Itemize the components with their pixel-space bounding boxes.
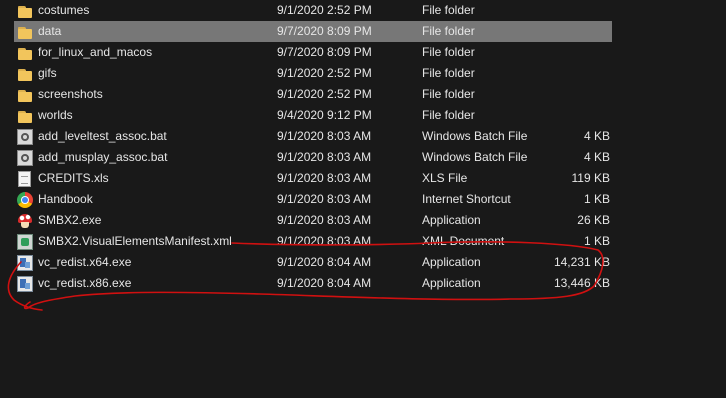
file-name: worlds — [38, 108, 73, 122]
file-row[interactable]: add_musplay_assoc.bat 9/1/2020 8:03 AM Win… — [14, 147, 612, 168]
file-type: Application — [422, 213, 481, 227]
file-row[interactable]: CREDITS.xls 9/1/2020 8:03 AM XLS File 119 K… — [14, 168, 612, 189]
file-name: vc_redist.x86.exe — [38, 276, 132, 290]
file-name: CREDITS.xls — [38, 171, 109, 185]
file-type: File folder — [422, 45, 475, 59]
file-date-modified: 9/1/2020 8:03 AM — [277, 234, 372, 248]
file-name: SMBX2.exe — [38, 213, 102, 227]
file-date-modified: 9/1/2020 8:03 AM — [277, 129, 372, 143]
folder-icon — [17, 3, 33, 19]
file-row[interactable]: Handbook 9/1/2020 8:03 AM Internet Shortcu… — [14, 189, 612, 210]
file-name: for_linux_and_macos — [38, 45, 153, 59]
folder-icon — [17, 24, 33, 40]
file-type: File folder — [422, 24, 475, 38]
file-name: costumes — [38, 3, 90, 17]
file-size: 1 KB — [583, 192, 610, 206]
mushroom-app-icon — [17, 213, 33, 229]
internet-shortcut-icon — [17, 192, 33, 208]
file-row[interactable]: screenshots 9/1/2020 2:52 PM File folder — [14, 84, 612, 105]
file-row[interactable]: SMBX2.exe 9/1/2020 8:03 AM Application 26 K… — [14, 210, 612, 231]
folder-icon — [17, 108, 33, 124]
file-name: screenshots — [38, 87, 103, 101]
file-name: vc_redist.x64.exe — [38, 255, 132, 269]
file-date-modified: 9/4/2020 9:12 PM — [277, 108, 372, 122]
installer-icon — [17, 276, 33, 292]
document-icon — [18, 171, 31, 187]
file-date-modified: 9/1/2020 2:52 PM — [277, 3, 372, 17]
file-date-modified: 9/1/2020 8:03 AM — [277, 150, 372, 164]
file-size: 1 KB — [583, 234, 610, 248]
file-type: Application — [422, 255, 481, 269]
folder-icon — [17, 45, 33, 61]
file-date-modified: 9/1/2020 8:03 AM — [277, 192, 372, 206]
file-row[interactable]: worlds 9/4/2020 9:12 PM File folder — [14, 105, 612, 126]
file-size: 4 KB — [583, 150, 610, 164]
file-type: File folder — [422, 3, 475, 17]
file-name: add_musplay_assoc.bat — [38, 150, 168, 164]
folder-icon — [17, 87, 33, 103]
file-row[interactable]: add_leveltest_assoc.bat 9/1/2020 8:03 AM W… — [14, 126, 612, 147]
file-row[interactable]: vc_redist.x64.exe 9/1/2020 8:04 AM Applica… — [14, 252, 612, 273]
file-type: Windows Batch File — [422, 129, 528, 143]
file-type: Application — [422, 276, 481, 290]
batch-file-icon — [17, 129, 33, 145]
file-date-modified: 9/1/2020 8:03 AM — [277, 171, 372, 185]
file-row[interactable]: vc_redist.x86.exe 9/1/2020 8:04 AM Applica… — [14, 273, 612, 294]
file-type: File folder — [422, 66, 475, 80]
file-type: Internet Shortcut — [422, 192, 511, 206]
file-date-modified: 9/1/2020 2:52 PM — [277, 87, 372, 101]
file-size: 13,446 KB — [553, 276, 610, 290]
file-row[interactable]: SMBX2.VisualElementsManifest.xml 9/1/2020… — [14, 231, 612, 252]
file-name: Handbook — [38, 192, 93, 206]
file-type: Windows Batch File — [422, 150, 528, 164]
file-name: gifs — [38, 66, 57, 80]
file-type: XLS File — [422, 171, 468, 185]
xml-document-icon — [17, 234, 33, 250]
batch-file-icon — [17, 150, 33, 166]
file-row[interactable]: for_linux_and_macos 9/7/2020 8:09 PM File … — [14, 42, 612, 63]
file-row[interactable]: gifs 9/1/2020 2:52 PM File folder — [14, 63, 612, 84]
file-row[interactable]: data 9/7/2020 8:09 PM File folder — [14, 21, 612, 42]
file-row[interactable]: costumes 9/1/2020 2:52 PM File folder — [14, 0, 612, 21]
file-type: File folder — [422, 87, 475, 101]
installer-icon — [17, 255, 33, 271]
file-type: XML Document — [422, 234, 505, 248]
file-date-modified: 9/1/2020 8:03 AM — [277, 213, 372, 227]
file-name: data — [38, 24, 62, 38]
file-name: add_leveltest_assoc.bat — [38, 129, 167, 143]
file-date-modified: 9/1/2020 2:52 PM — [277, 66, 372, 80]
file-size: 26 KB — [577, 213, 610, 227]
file-size: 14,231 KB — [553, 255, 610, 269]
file-size: 4 KB — [583, 129, 610, 143]
file-type: File folder — [422, 108, 475, 122]
file-date-modified: 9/1/2020 8:04 AM — [277, 255, 372, 269]
file-size: 119 KB — [571, 171, 610, 185]
file-date-modified: 9/7/2020 8:09 PM — [277, 24, 372, 38]
file-date-modified: 9/7/2020 8:09 PM — [277, 45, 372, 59]
file-name: SMBX2.VisualElementsManifest.xml — [38, 234, 232, 248]
file-date-modified: 9/1/2020 8:04 AM — [277, 276, 372, 290]
folder-icon — [17, 66, 33, 82]
